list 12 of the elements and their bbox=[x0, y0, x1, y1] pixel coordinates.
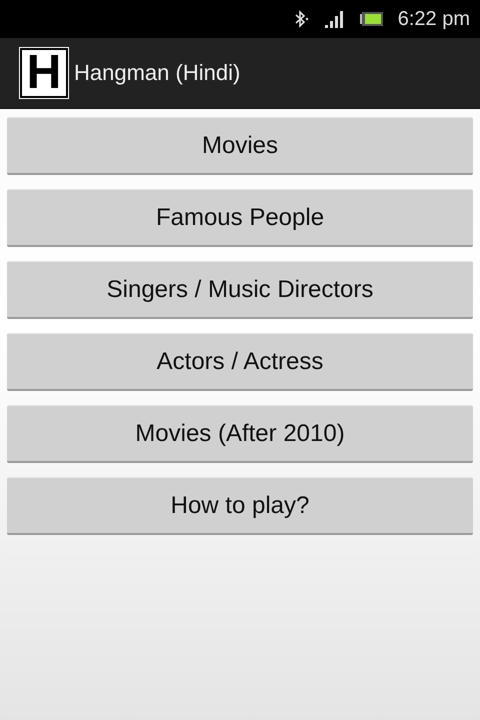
category-button[interactable]: Actors / Actress bbox=[7, 333, 473, 391]
app-logo: H bbox=[20, 48, 68, 98]
battery-icon bbox=[360, 11, 384, 27]
app-title: Hangman (Hindi) bbox=[74, 60, 240, 86]
status-time: 6:22 pm bbox=[398, 8, 470, 30]
category-button[interactable]: Singers / Music Directors bbox=[7, 261, 473, 319]
category-button[interactable]: Famous People bbox=[7, 189, 473, 247]
bluetooth-icon bbox=[294, 10, 310, 28]
category-button[interactable]: How to play? bbox=[7, 477, 473, 535]
signal-icon bbox=[324, 10, 346, 28]
category-button[interactable]: Movies bbox=[7, 117, 473, 175]
category-button[interactable]: Movies (After 2010) bbox=[7, 405, 473, 463]
